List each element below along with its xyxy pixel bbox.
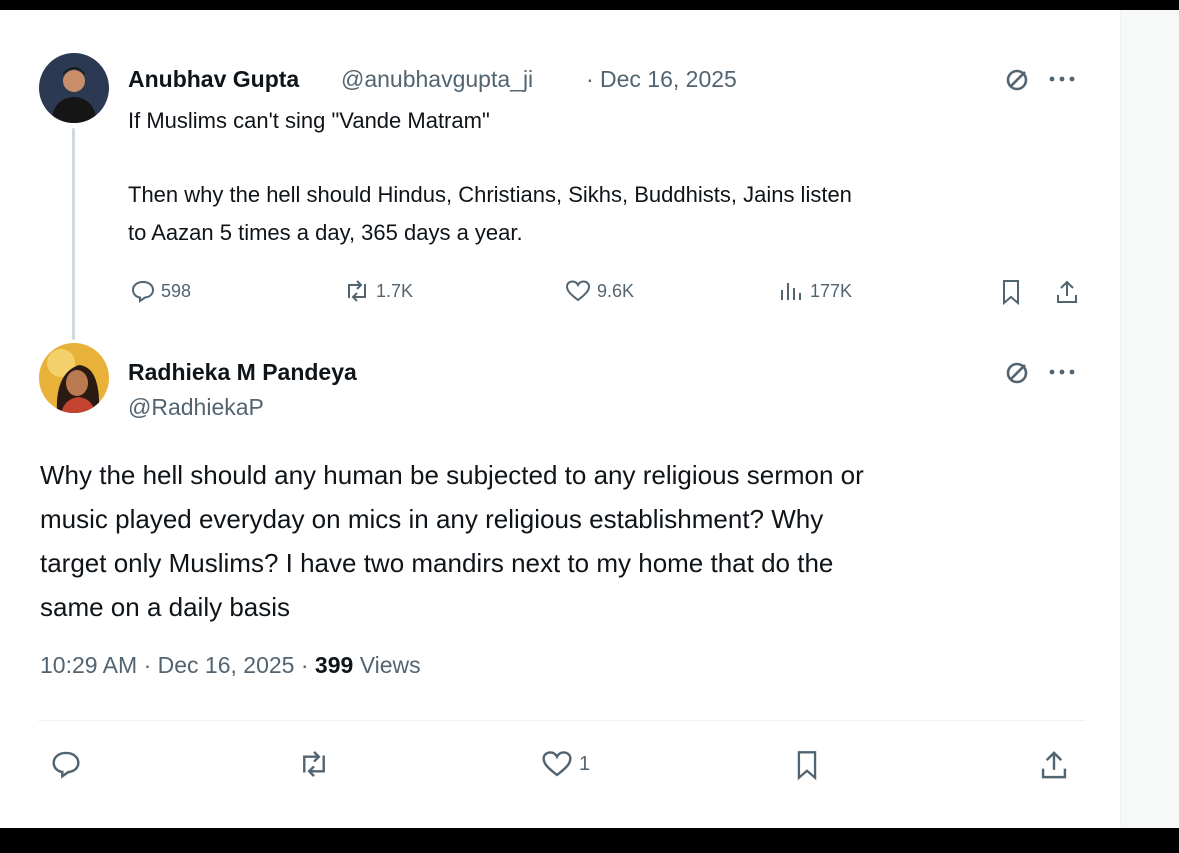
repost-icon[interactable]	[297, 748, 331, 780]
screenshot-card: Anubhav Gupta @anubhavgupta_ji · Dec 16,…	[0, 10, 1179, 828]
views-icon	[777, 278, 805, 304]
tweet-text-line: same on a daily basis	[40, 592, 291, 622]
meta-separator: ·	[143, 652, 152, 678]
post-date[interactable]: Dec 16, 2025	[158, 652, 295, 678]
like-count: 1	[579, 752, 591, 775]
reply-icon	[130, 278, 156, 304]
thread-connector-line	[72, 128, 75, 340]
meta-separator: ·	[300, 652, 309, 678]
author-name[interactable]: Radhieka M Pandeya	[128, 359, 357, 386]
post-time[interactable]: 10:29 AM	[40, 652, 137, 678]
views-count: 399	[314, 652, 354, 678]
divider	[38, 720, 1085, 721]
meta-separator: ·	[586, 66, 594, 92]
tweet-text-line: music played everyday on mics in any rel…	[40, 504, 824, 534]
like-count: 9.6K	[597, 280, 635, 301]
tweet-text-line: Why the hell should any human be subject…	[40, 460, 864, 490]
tweet-text-line: to Aazan 5 times a day, 365 days a year.	[128, 220, 523, 245]
tweet-text-line: target only Muslims? I have two mandirs …	[40, 548, 834, 578]
reply-count: 598	[161, 280, 192, 301]
author-name[interactable]: Anubhav Gupta	[128, 66, 299, 93]
tweet-text-line: Then why the hell should Hindus, Christi…	[128, 182, 852, 207]
grok-icon[interactable]	[1004, 67, 1030, 93]
reply-icon[interactable]	[50, 748, 82, 780]
grok-icon[interactable]	[1004, 360, 1030, 386]
more-icon[interactable]	[1048, 368, 1076, 376]
repost-count: 1.7K	[376, 280, 414, 301]
post-timestamp-line: 10:29 AM · Dec 16, 2025 · 399 Views	[40, 652, 421, 679]
like-button[interactable]: 1	[540, 748, 590, 780]
reply-button[interactable]: 598	[130, 278, 191, 304]
views-button[interactable]: 177K	[777, 278, 852, 304]
like-icon	[564, 278, 592, 304]
repost-button[interactable]: 1.7K	[343, 278, 413, 304]
views-label: Views	[359, 652, 421, 678]
author-handle[interactable]: @anubhavgupta_ji	[341, 66, 533, 93]
avatar[interactable]	[39, 53, 109, 123]
post-date[interactable]: Dec 16, 2025	[600, 66, 737, 93]
repost-icon	[343, 278, 371, 304]
tweet-text-line: If Muslims can't sing "Vande Matram"	[128, 108, 490, 133]
avatar[interactable]	[39, 343, 109, 413]
bookmark-icon[interactable]	[792, 748, 822, 782]
share-icon[interactable]	[1054, 278, 1080, 306]
more-icon[interactable]	[1048, 75, 1076, 83]
like-icon	[540, 748, 574, 780]
views-count: 177K	[810, 280, 853, 301]
author-handle[interactable]: @RadhiekaP	[128, 394, 264, 421]
share-icon[interactable]	[1038, 748, 1070, 782]
bookmark-icon[interactable]	[998, 278, 1024, 306]
like-button[interactable]: 9.6K	[564, 278, 634, 304]
side-panel-edge	[1120, 10, 1179, 828]
